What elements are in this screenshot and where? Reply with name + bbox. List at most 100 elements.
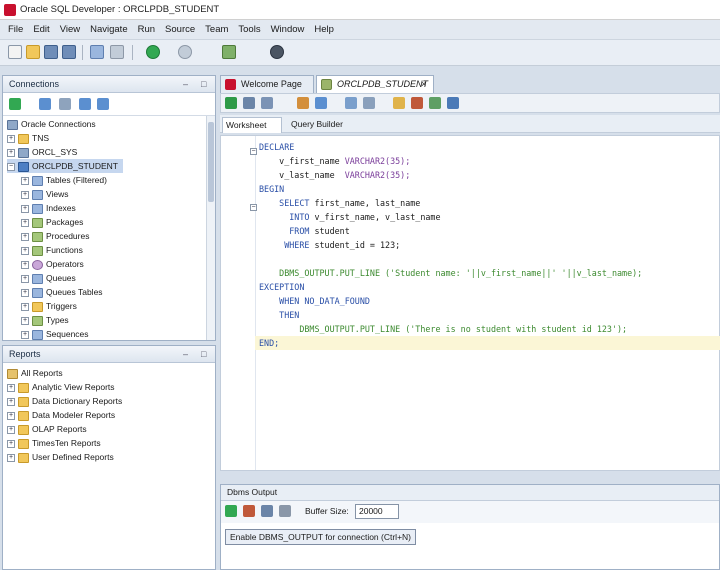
expand-icon[interactable]: + [21, 246, 29, 255]
connection-actions-icon[interactable] [97, 98, 109, 110]
sql-plus-icon[interactable] [447, 97, 459, 109]
new-icon[interactable] [8, 45, 22, 59]
forward-icon[interactable] [178, 45, 192, 59]
tree-item-orclpdb-student[interactable]: − ORCLPDB_STUDENT [7, 159, 123, 173]
expand-icon[interactable]: + [7, 453, 15, 462]
code-line: WHERE student_id = 123; [259, 240, 401, 250]
tab-worksheet[interactable]: Worksheet [222, 117, 282, 133]
expand-icon[interactable]: + [21, 316, 29, 325]
filter-icon[interactable] [59, 98, 71, 110]
expand-icon[interactable]: + [7, 383, 15, 392]
print-icon[interactable] [279, 505, 291, 517]
buffer-size-input[interactable]: 20000 [355, 504, 399, 519]
tab-orclpdb-student[interactable]: ORCLPDB_STUDENT × [316, 75, 434, 93]
save-all-icon[interactable] [62, 45, 76, 59]
tree-item-packages[interactable]: + Packages [21, 215, 83, 229]
close-tab-icon[interactable]: × [421, 76, 426, 93]
enable-dbms-output-icon[interactable] [225, 505, 237, 517]
tree-item-functions[interactable]: + Functions [21, 243, 83, 257]
restore-icon[interactable]: □ [201, 79, 206, 89]
tree-item-olap-reports[interactable]: + OLAP Reports [7, 422, 87, 436]
menu-navigate[interactable]: Navigate [85, 20, 133, 40]
tree-item-types[interactable]: + Types [21, 313, 69, 327]
refresh-icon[interactable] [39, 98, 51, 110]
sql-code-editor[interactable]: − − DECLARE v_first_name VARCHAR2(35); v… [220, 135, 720, 471]
tree-item-procedures[interactable]: + Procedures [21, 229, 89, 243]
expand-icon[interactable]: + [21, 204, 29, 213]
menu-file[interactable]: File [3, 20, 28, 40]
tab-welcome-page[interactable]: Welcome Page [220, 75, 314, 93]
menu-view[interactable]: View [55, 20, 85, 40]
eraser-icon[interactable] [411, 97, 423, 109]
explain-plan-icon[interactable] [297, 97, 309, 109]
tree-item-timesten-reports[interactable]: + TimesTen Reports [7, 436, 101, 450]
scrollbar-thumb[interactable] [208, 122, 214, 202]
expand-icon[interactable]: + [7, 134, 15, 143]
run-script-icon[interactable] [243, 97, 255, 109]
schema-browser-icon[interactable] [79, 98, 91, 110]
open-icon[interactable] [26, 45, 40, 59]
expand-icon[interactable]: + [21, 218, 29, 227]
tree-item-views[interactable]: + Views [21, 187, 69, 201]
tree-item-triggers[interactable]: + Triggers [21, 299, 77, 313]
clear-icon[interactable] [363, 97, 375, 109]
clear-output-icon[interactable] [243, 505, 255, 517]
menu-edit[interactable]: Edit [28, 20, 54, 40]
restore-icon[interactable]: □ [201, 349, 206, 359]
expand-icon[interactable]: + [21, 190, 29, 199]
tree-item-tns[interactable]: + TNS [7, 131, 49, 145]
tree-item-data-modeler-reports[interactable]: + Data Modeler Reports [7, 408, 115, 422]
history-icon[interactable] [393, 97, 405, 109]
expand-icon[interactable]: + [7, 411, 15, 420]
binoculars-icon[interactable] [270, 45, 284, 59]
expand-icon[interactable]: + [21, 232, 29, 241]
expand-icon[interactable]: + [21, 302, 29, 311]
menu-run[interactable]: Run [133, 20, 160, 40]
minimize-icon[interactable]: – [183, 79, 188, 89]
tree-item-indexes[interactable]: + Indexes [21, 201, 76, 215]
expand-icon[interactable]: + [21, 176, 29, 185]
menu-team[interactable]: Team [200, 20, 233, 40]
collapse-icon[interactable]: − [7, 162, 15, 171]
sql-worksheet-icon[interactable] [222, 45, 236, 59]
expand-icon[interactable]: + [7, 439, 15, 448]
autotrace-icon[interactable] [315, 97, 327, 109]
expand-icon[interactable]: + [7, 425, 15, 434]
menu-bar: File Edit View Navigate Run Source Team Tools Wi… [0, 20, 720, 40]
tree-item-sequences[interactable]: + Sequences [21, 327, 89, 340]
menu-tools[interactable]: Tools [233, 20, 265, 40]
run-statement-icon[interactable] [225, 97, 237, 109]
tree-item-user-defined-reports[interactable]: + User Defined Reports [7, 450, 114, 464]
expand-icon[interactable]: + [21, 330, 29, 339]
tree-item-analytic-view-reports[interactable]: + Analytic View Reports [7, 380, 115, 394]
sql-tuning-icon[interactable] [345, 97, 357, 109]
expand-icon[interactable]: + [7, 148, 15, 157]
menu-help[interactable]: Help [309, 20, 339, 40]
undo-icon[interactable] [90, 45, 104, 59]
add-connection-icon[interactable] [9, 98, 21, 110]
expand-icon[interactable]: + [21, 288, 29, 297]
tree-item-oracle-connections[interactable]: Oracle Connections [7, 117, 96, 131]
tree-item-operators[interactable]: + Operators [21, 257, 84, 271]
expand-icon[interactable]: + [7, 397, 15, 406]
back-icon[interactable] [146, 45, 160, 59]
expand-icon[interactable]: + [21, 260, 29, 269]
welcome-page-icon [225, 79, 236, 90]
tree-item-orcl-sys[interactable]: + ORCL_SYS [7, 145, 77, 159]
menu-source[interactable]: Source [160, 20, 200, 40]
tree-item-queues[interactable]: + Queues [21, 271, 76, 285]
save-output-icon[interactable] [261, 505, 273, 517]
minimize-icon[interactable]: – [183, 349, 188, 359]
commit-icon[interactable] [261, 97, 273, 109]
connections-scrollbar[interactable] [206, 116, 215, 340]
format-icon[interactable] [429, 97, 441, 109]
tree-item-queues-tables[interactable]: + Queues Tables [21, 285, 103, 299]
expand-icon[interactable]: + [21, 274, 29, 283]
tab-query-builder[interactable]: Query Builder [288, 117, 358, 133]
save-icon[interactable] [44, 45, 58, 59]
tree-item-all-reports[interactable]: All Reports [7, 366, 63, 380]
menu-window[interactable]: Window [266, 20, 310, 40]
redo-icon[interactable] [110, 45, 124, 59]
tree-item-tables[interactable]: + Tables (Filtered) [21, 173, 107, 187]
tree-item-data-dictionary-reports[interactable]: + Data Dictionary Reports [7, 394, 122, 408]
